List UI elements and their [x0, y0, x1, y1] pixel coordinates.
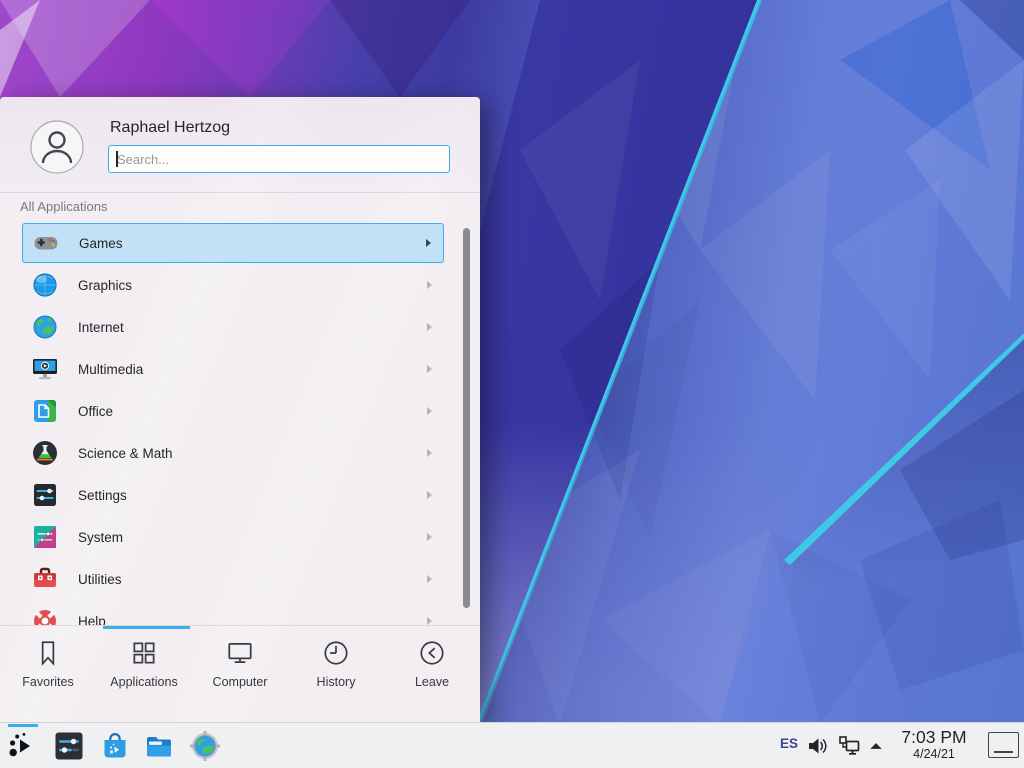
text-caret	[116, 151, 118, 167]
category-row-games[interactable]: Games	[22, 223, 444, 263]
submenu-arrow-icon	[427, 323, 432, 331]
caret-up-icon[interactable]	[868, 735, 884, 757]
leave-icon	[417, 638, 447, 668]
category-row-science-math[interactable]: Science & Math	[22, 432, 444, 474]
speaker-icon[interactable]	[806, 735, 828, 757]
header-separator	[0, 192, 480, 193]
tab-applications[interactable]: Applications	[96, 630, 192, 700]
list-scrollbar[interactable]	[463, 228, 470, 608]
media-player-icon	[32, 356, 58, 382]
category-list: Games Graphics Internet	[0, 222, 480, 625]
sphere-icon	[32, 272, 58, 298]
sliders-icon	[32, 482, 58, 508]
submenu-arrow-icon	[426, 239, 431, 247]
globe-icon	[32, 314, 58, 340]
category-row-multimedia[interactable]: Multimedia	[22, 348, 444, 390]
tab-leave[interactable]: Leave	[384, 630, 480, 700]
toolbox-icon	[32, 566, 58, 592]
lifebuoy-icon	[32, 608, 58, 625]
category-label: System	[78, 530, 123, 545]
tab-label: Applications	[110, 675, 177, 689]
application-launcher-icon[interactable]	[8, 731, 38, 761]
category-row-graphics[interactable]: Graphics	[22, 264, 444, 306]
category-row-settings[interactable]: Settings	[22, 474, 444, 516]
section-label: All Applications	[20, 199, 107, 214]
user-avatar[interactable]	[30, 120, 84, 174]
tab-favorites[interactable]: Favorites	[0, 630, 96, 700]
wired-network-icon[interactable]	[838, 735, 860, 757]
application-launcher-popup: Raphael Hertzog All Applications Games	[0, 97, 480, 722]
category-row-help[interactable]: Help	[22, 600, 444, 625]
submenu-arrow-icon	[427, 575, 432, 583]
gamepad-icon	[33, 230, 59, 256]
submenu-arrow-icon	[427, 365, 432, 373]
discover-software-center-icon[interactable]	[100, 731, 130, 761]
office-doc-icon	[32, 398, 58, 424]
web-browser-icon[interactable]	[190, 731, 220, 761]
category-label: Settings	[78, 488, 127, 503]
category-label: Science & Math	[78, 446, 173, 461]
keyboard-layout-indicator[interactable]: ES	[776, 736, 802, 751]
tab-label: Leave	[415, 675, 449, 689]
category-row-system[interactable]: System	[22, 516, 444, 558]
submenu-arrow-icon	[427, 449, 432, 457]
launcher-active-indicator	[8, 724, 38, 727]
submenu-arrow-icon	[427, 491, 432, 499]
submenu-arrow-icon	[427, 281, 432, 289]
tab-label: History	[317, 675, 356, 689]
clock-icon	[321, 638, 351, 668]
search-input[interactable]	[108, 145, 450, 173]
monitor-icon	[225, 638, 255, 668]
tabbar-separator	[0, 625, 480, 626]
active-tab-indicator	[103, 626, 190, 629]
taskbar-panel: ES 7:03 PM 4/24/21	[0, 722, 1024, 768]
clock-date: 4/24/21	[891, 747, 977, 761]
category-label: Utilities	[78, 572, 122, 587]
submenu-arrow-icon	[427, 533, 432, 541]
flask-icon	[32, 440, 58, 466]
category-label: Graphics	[78, 278, 132, 293]
category-label: Multimedia	[78, 362, 143, 377]
grid-icon	[129, 638, 159, 668]
system-sliders-icon	[32, 524, 58, 550]
file-manager-icon[interactable]	[144, 731, 174, 761]
tab-history[interactable]: History	[288, 630, 384, 700]
launcher-tab-bar: Favorites Applications Computer	[0, 630, 480, 700]
bookmark-icon	[33, 638, 63, 668]
category-label: Office	[78, 404, 113, 419]
category-row-utilities[interactable]: Utilities	[22, 558, 444, 600]
category-label: Games	[79, 236, 123, 251]
clock-time: 7:03 PM	[891, 727, 977, 747]
show-desktop-button[interactable]	[988, 732, 1019, 758]
tab-label: Favorites	[22, 675, 73, 689]
category-row-office[interactable]: Office	[22, 390, 444, 432]
submenu-arrow-icon	[427, 617, 432, 625]
category-row-internet[interactable]: Internet	[22, 306, 444, 348]
tab-computer[interactable]: Computer	[192, 630, 288, 700]
tab-label: Computer	[213, 675, 268, 689]
user-name: Raphael Hertzog	[110, 119, 230, 137]
category-label: Help	[78, 614, 106, 626]
category-label: Internet	[78, 320, 124, 335]
digital-clock[interactable]: 7:03 PM 4/24/21	[891, 727, 977, 761]
system-settings-icon[interactable]	[54, 731, 84, 761]
submenu-arrow-icon	[427, 407, 432, 415]
